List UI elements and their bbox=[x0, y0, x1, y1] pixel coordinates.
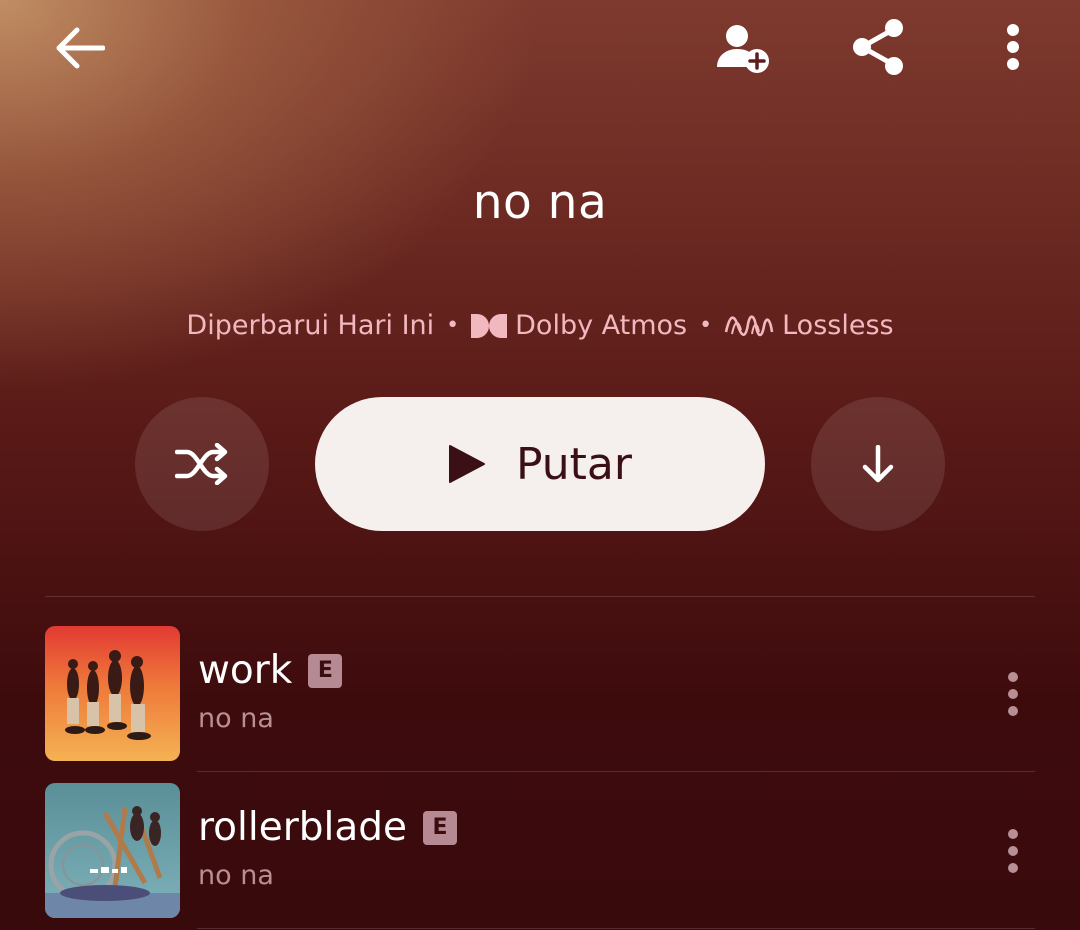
play-icon bbox=[449, 445, 486, 483]
track-more-button[interactable] bbox=[995, 668, 1031, 720]
play-button[interactable]: Putar bbox=[315, 397, 765, 531]
back-button[interactable] bbox=[44, 18, 114, 78]
meta-separator: • bbox=[699, 313, 713, 338]
shuffle-button[interactable] bbox=[135, 397, 269, 531]
download-button[interactable] bbox=[811, 397, 945, 531]
shuffle-icon bbox=[175, 443, 228, 485]
explicit-badge: E bbox=[422, 810, 457, 845]
lossless-wave-icon bbox=[724, 314, 774, 336]
dolby-icon bbox=[471, 313, 508, 338]
arrow-left-icon bbox=[56, 27, 105, 69]
track-row[interactable]: work E no na bbox=[0, 626, 1080, 762]
track-artwork bbox=[45, 783, 180, 918]
lossless-badge: Lossless bbox=[724, 310, 894, 341]
track-more-button[interactable] bbox=[995, 825, 1031, 877]
track-title-row: work E bbox=[198, 648, 343, 693]
person-add-icon bbox=[717, 25, 769, 73]
track-divider bbox=[197, 928, 1035, 929]
track-title: work bbox=[198, 648, 293, 693]
share-button[interactable] bbox=[843, 15, 913, 79]
more-vertical-icon bbox=[1008, 672, 1018, 716]
track-title-row: rollerblade E bbox=[198, 805, 457, 850]
play-button-label: Putar bbox=[516, 438, 632, 490]
more-vertical-icon bbox=[1007, 24, 1019, 70]
playlist-title: no na bbox=[472, 175, 608, 230]
playlist-meta: Diperbarui Hari Ini • Dolby Atmos • Loss… bbox=[0, 310, 1080, 341]
dolby-atmos-label: Dolby Atmos bbox=[515, 310, 688, 341]
track-artist: no na bbox=[198, 860, 274, 891]
playback-controls: Putar bbox=[0, 397, 1080, 532]
download-icon bbox=[862, 445, 894, 483]
updated-label: Diperbarui Hari Ini bbox=[186, 310, 435, 341]
lossless-label: Lossless bbox=[782, 310, 894, 341]
track-artwork bbox=[45, 626, 180, 761]
more-vertical-icon bbox=[1008, 829, 1018, 873]
more-options-button[interactable] bbox=[992, 15, 1034, 79]
list-divider bbox=[45, 596, 1035, 597]
meta-separator: • bbox=[446, 313, 460, 338]
dolby-atmos-badge: Dolby Atmos bbox=[471, 310, 687, 341]
explicit-badge: E bbox=[308, 653, 343, 688]
top-bar bbox=[0, 0, 1080, 100]
track-row[interactable]: rollerblade E no na bbox=[0, 783, 1080, 919]
track-divider bbox=[197, 771, 1035, 772]
share-icon bbox=[853, 19, 903, 75]
track-artist: no na bbox=[198, 703, 274, 734]
add-collaborator-button[interactable] bbox=[712, 18, 778, 78]
track-title: rollerblade bbox=[198, 805, 407, 850]
